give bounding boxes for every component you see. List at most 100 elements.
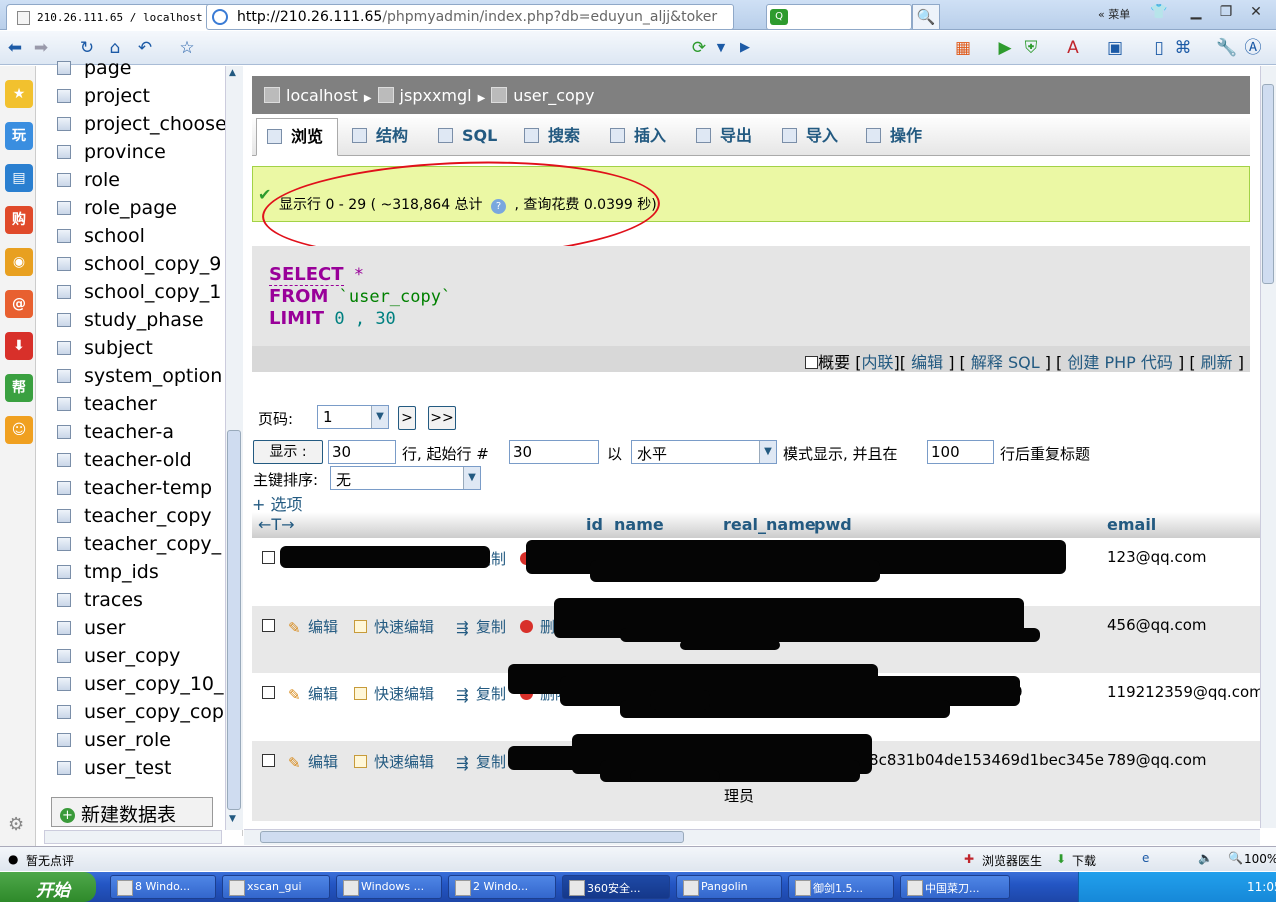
row-copy-link[interactable]: ⇶复制	[456, 751, 506, 772]
crumb-server[interactable]: localhost	[286, 86, 358, 105]
sidebar-table-item[interactable]: system_option	[57, 362, 225, 390]
scroll-up-icon[interactable]: ▲	[229, 68, 236, 78]
repeat-header-input[interactable]: 100	[927, 440, 994, 464]
forward-icon[interactable]: ➡	[30, 37, 52, 59]
account-icon[interactable]: Ⓐ	[1242, 37, 1264, 59]
crumb-table[interactable]: user_copy	[513, 86, 594, 105]
clock[interactable]: 11:05	[1247, 880, 1276, 894]
tab-browse[interactable]: 浏览	[256, 118, 338, 156]
column-name[interactable]: name	[614, 515, 664, 534]
zoom-icon[interactable]: 🔍	[1228, 851, 1243, 865]
browser-tab[interactable]: 210.26.111.65 / localhost / ✕	[6, 4, 228, 30]
explain-sql-link[interactable]: 解释 SQL	[971, 353, 1040, 372]
main-scroll-thumb[interactable]	[1262, 84, 1274, 284]
sidebar-table-item[interactable]: teacher-old	[57, 446, 225, 474]
main-hscroll-thumb[interactable]	[260, 831, 684, 843]
sidebar-table-item[interactable]: subject	[57, 334, 225, 362]
sidebar-table-item[interactable]: study_phase	[57, 306, 225, 334]
sidebar-table-item[interactable]: teacher	[57, 390, 225, 418]
taskbar-item[interactable]: xscan_gui	[222, 875, 330, 899]
address-bar[interactable]: http://210.26.111.65/phpmyadmin/index.ph…	[206, 4, 734, 30]
zoom-level[interactable]: 100%	[1244, 852, 1276, 866]
sort-by-key-select[interactable]: 无 ▼	[330, 466, 481, 490]
column-pwd[interactable]: pwd	[814, 515, 852, 534]
shopping-icon[interactable]: 购	[5, 206, 33, 234]
sidebar-table-item[interactable]: user_copy_cop	[57, 698, 225, 726]
tab-structure[interactable]: 结构	[352, 118, 408, 156]
sidebar-table-item[interactable]: school_copy_9	[57, 250, 225, 278]
download-icon[interactable]: ⬇	[5, 332, 33, 360]
sidebar-table-item[interactable]: user_role	[57, 726, 225, 754]
close-window-icon[interactable]: ✕	[1244, 4, 1268, 22]
next-page-button[interactable]: >	[398, 406, 416, 430]
tab-insert[interactable]: 插入	[610, 118, 666, 156]
display-mode-select[interactable]: 水平 ▼	[631, 440, 777, 464]
create-php-code-link[interactable]: 创建 PHP 代码	[1067, 353, 1173, 372]
column-real-name[interactable]: real_name	[723, 515, 816, 534]
favorites-star-icon[interactable]: ★	[5, 80, 33, 108]
book-icon[interactable]: ▤	[5, 164, 33, 192]
row-quick-edit-link[interactable]: 快速编辑	[354, 751, 434, 772]
tab-export[interactable]: 导出	[696, 118, 752, 156]
back-icon[interactable]: ⬅	[4, 37, 26, 59]
sidebar-table-item[interactable]: role	[57, 166, 225, 194]
sidebar-table-item[interactable]: user_test	[57, 754, 225, 782]
show-button[interactable]: 显示 :	[253, 440, 323, 464]
sidebar-table-item[interactable]: school	[57, 222, 225, 250]
game-icon[interactable]: ⌘	[1172, 37, 1194, 59]
help-icon[interactable]: 帮	[5, 374, 33, 402]
sidebar-table-item[interactable]: project_choose	[57, 110, 225, 138]
row-copy-link[interactable]: ⇶复制	[456, 616, 506, 637]
new-table-button[interactable]: + 新建数据表	[51, 797, 213, 827]
sidebar-hscrollbar[interactable]	[44, 830, 222, 844]
tab-operations[interactable]: 操作	[866, 118, 922, 156]
row-select-checkbox[interactable]	[262, 619, 275, 632]
safe-icon[interactable]: ⛨	[1020, 37, 1042, 59]
downloads-link[interactable]: 下载	[1072, 852, 1096, 869]
sidebar-table-item[interactable]: user	[57, 614, 225, 642]
refresh-link[interactable]: 刷新	[1201, 353, 1233, 372]
scroll-down-icon[interactable]: ▼	[229, 814, 236, 824]
row-edit-link[interactable]: ✎编辑	[288, 616, 338, 637]
play-icon[interactable]: 玩	[5, 122, 33, 150]
row-quick-edit-link[interactable]: 快速编辑	[354, 683, 434, 704]
taskbar-item[interactable]: Pangolin	[676, 875, 782, 899]
profiling-checkbox[interactable]	[805, 356, 819, 369]
sql-select-keyword[interactable]: SELECT	[269, 264, 344, 286]
sidebar-scroll-thumb[interactable]	[227, 430, 241, 810]
taskbar-item[interactable]: 360安全...	[562, 875, 670, 899]
start-button[interactable]: 开始	[0, 872, 96, 902]
apps-icon[interactable]: ▦	[952, 37, 974, 59]
media-icon[interactable]: ▶	[994, 37, 1016, 59]
taskbar-item[interactable]: 2 Windo...	[448, 875, 556, 899]
sidebar-table-item[interactable]: role_page	[57, 194, 225, 222]
sidebar-table-item[interactable]: page	[57, 54, 225, 82]
sidebar-table-item[interactable]: traces	[57, 586, 225, 614]
settings-gear-icon[interactable]: ⚙	[8, 814, 24, 835]
mail-icon[interactable]: @	[5, 290, 33, 318]
start-row-input[interactable]: 30	[509, 440, 599, 464]
sidebar-table-item[interactable]: school_copy_1	[57, 278, 225, 306]
page-select[interactable]: 1 ▼	[317, 405, 389, 429]
weibo-icon[interactable]: ◉	[5, 248, 33, 276]
tab-sql[interactable]: SQL	[438, 118, 497, 156]
url-dropdown-icon[interactable]: ▼	[710, 37, 732, 59]
tab-import[interactable]: 导入	[782, 118, 838, 156]
taskbar-item[interactable]: 8 Windo...	[110, 875, 216, 899]
restore-window-icon[interactable]: ❐	[1214, 4, 1238, 22]
taskbar-item[interactable]: 御剑1.5...	[788, 875, 894, 899]
sidebar-table-item[interactable]: province	[57, 138, 225, 166]
screenshot-icon[interactable]: ▣	[1104, 37, 1126, 59]
last-page-button[interactable]: >>	[428, 406, 456, 430]
row-edit-link[interactable]: ✎编辑	[288, 751, 338, 772]
sidebar-table-item[interactable]: user_copy_10_	[57, 670, 225, 698]
search-engine-icon[interactable]: Q	[770, 9, 788, 25]
row-select-checkbox[interactable]	[262, 551, 275, 564]
browser-doctor-link[interactable]: 浏览器医生	[982, 852, 1042, 869]
crumb-database[interactable]: jspxxmgl	[400, 86, 472, 105]
sidebar-table-item[interactable]: teacher_copy_	[57, 530, 225, 558]
volume-icon[interactable]: 🔈	[1198, 851, 1213, 865]
mobile-icon[interactable]: ▯	[1148, 37, 1170, 59]
column-email[interactable]: email	[1107, 515, 1156, 534]
sidebar-table-item[interactable]: tmp_ids	[57, 558, 225, 586]
